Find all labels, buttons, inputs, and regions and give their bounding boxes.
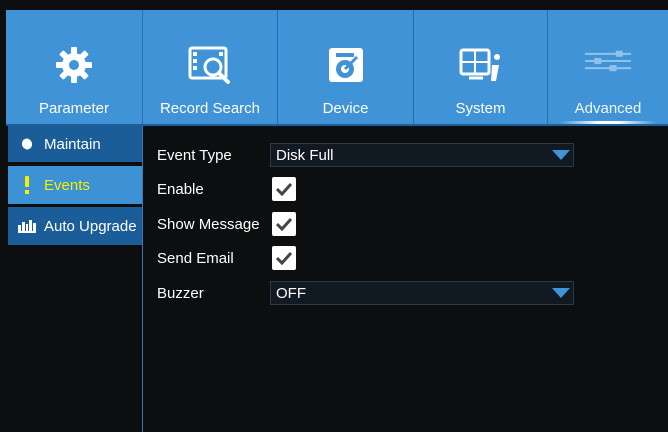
send-email-label: Send Email bbox=[157, 249, 234, 267]
sidebar-item-label: Auto Upgrade bbox=[44, 217, 137, 235]
enable-checkbox[interactable] bbox=[272, 177, 296, 201]
buzzer-select[interactable]: OFF bbox=[270, 281, 574, 305]
tab-device[interactable]: Device bbox=[278, 10, 414, 124]
window-top-strip bbox=[0, 0, 668, 10]
event-type-row: Event Type bbox=[157, 143, 271, 167]
device-icon bbox=[323, 42, 369, 88]
sliders-icon bbox=[585, 38, 631, 84]
checkmark-icon bbox=[276, 182, 292, 196]
show-message-checkbox[interactable] bbox=[272, 212, 296, 236]
enable-label: Enable bbox=[157, 180, 204, 198]
checkmark-icon bbox=[276, 251, 292, 265]
exclamation-icon bbox=[16, 176, 38, 194]
signal-bars-icon bbox=[16, 219, 38, 233]
tab-record-search[interactable]: Record Search bbox=[143, 10, 278, 124]
show-message-row: Show Message bbox=[157, 212, 271, 236]
tab-advanced[interactable]: Advanced bbox=[548, 10, 668, 124]
sidebar: Maintain Events Auto Upgrade bbox=[8, 126, 143, 432]
dropdown-arrow-icon[interactable] bbox=[549, 282, 573, 304]
sidebar-item-auto-upgrade[interactable]: Auto Upgrade bbox=[8, 207, 142, 245]
checkmark-icon bbox=[276, 217, 292, 231]
tab-parameter[interactable]: Parameter bbox=[6, 10, 143, 124]
buzzer-value: OFF bbox=[276, 284, 306, 302]
tab-label: Device bbox=[322, 100, 369, 117]
buzzer-label: Buzzer bbox=[157, 284, 204, 302]
tab-label: System bbox=[455, 100, 506, 117]
dropdown-arrow-icon[interactable] bbox=[549, 144, 573, 166]
tab-system[interactable]: System bbox=[414, 10, 548, 124]
event-type-select[interactable]: Disk Full bbox=[270, 143, 574, 167]
sidebar-item-events[interactable]: Events bbox=[8, 166, 142, 204]
send-email-row: Send Email bbox=[157, 246, 271, 270]
enable-row: Enable bbox=[157, 177, 271, 201]
event-type-label: Event Type bbox=[157, 146, 232, 164]
system-icon bbox=[458, 42, 504, 88]
show-message-label: Show Message bbox=[157, 215, 260, 233]
tab-label: Parameter bbox=[38, 100, 110, 117]
buzzer-row: Buzzer bbox=[157, 281, 271, 305]
tab-label: Advanced bbox=[574, 100, 642, 117]
gear-icon bbox=[51, 42, 97, 88]
sidebar-item-label: Events bbox=[44, 176, 90, 194]
circle-icon bbox=[16, 137, 38, 151]
main-tab-bar: Parameter Record Search Device System Ad… bbox=[6, 10, 668, 124]
events-settings-panel: Event Type Disk Full Enable Show Message… bbox=[143, 126, 668, 432]
sidebar-item-maintain[interactable]: Maintain bbox=[8, 126, 142, 164]
record-search-icon bbox=[187, 42, 233, 88]
send-email-checkbox[interactable] bbox=[272, 246, 296, 270]
tab-label: Record Search bbox=[159, 100, 261, 117]
sidebar-item-label: Maintain bbox=[44, 135, 101, 153]
event-type-value: Disk Full bbox=[276, 146, 334, 164]
